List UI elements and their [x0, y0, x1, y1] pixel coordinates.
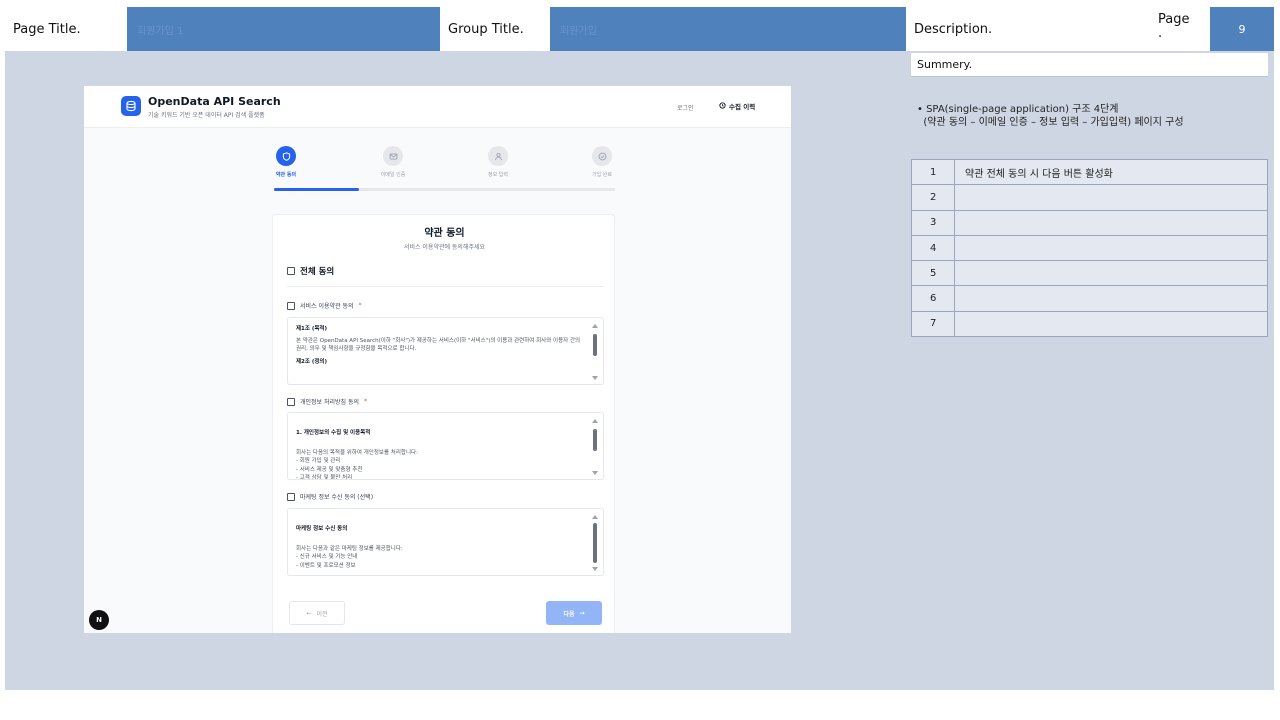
- description-row: 7: [911, 310, 1268, 338]
- description-row: 4: [911, 234, 1268, 262]
- marketing-box[interactable]: 마케팅 정보 수신 동의 회사는 다음과 같은 마케팅 정보를 제공합니다: -…: [287, 508, 604, 576]
- description-row: 6: [911, 285, 1268, 312]
- checkbox-icon[interactable]: [287, 267, 295, 275]
- mail-icon: [383, 146, 403, 166]
- privacy-body: 회사는 다음의 목적을 위하여 개인정보를 처리합니다: - 회원 가입 및 관…: [296, 449, 418, 480]
- step-label: 이메일 인증: [380, 172, 406, 178]
- row-text: [954, 209, 1268, 236]
- description-text: • SPA(single-page application) 구조 4단계 (약…: [917, 104, 1184, 128]
- summary-label: Summery.: [911, 53, 1268, 77]
- marketing-body: 회사는 다음과 같은 마케팅 정보를 제공합니다: - 신규 서비스 및 기능 …: [296, 545, 403, 569]
- divider: [287, 286, 604, 287]
- group-title-value: 회원가입: [550, 7, 906, 51]
- step-terms: 약관 동의: [256, 146, 316, 178]
- terms-body: 본 약관은 OpenData API Search(이하 "회사")가 제공하는…: [296, 337, 581, 353]
- terms-heading: 제1조 (목적): [296, 326, 328, 332]
- group-title-label: Group Title.: [440, 7, 550, 51]
- step-label: 가입 완료: [592, 172, 612, 178]
- row-text: [954, 260, 1268, 287]
- step-label: 정보 입력: [488, 172, 508, 178]
- arrow-left-icon: ←: [306, 609, 312, 617]
- app-header: OpenData API Search 기술 키워드 기반 오픈 데이터 API…: [84, 86, 791, 128]
- description-row: 3: [911, 209, 1268, 236]
- next-dev-badge[interactable]: N: [89, 610, 109, 630]
- next-button[interactable]: 다음 →: [546, 601, 602, 625]
- row-number: 5: [911, 260, 955, 287]
- checkbox-icon[interactable]: [287, 492, 295, 501]
- required-mark: *: [364, 398, 368, 405]
- description-table: 1 약관 전체 동의 시 다음 버튼 활성화 2 3 4 5 6 7: [911, 158, 1268, 338]
- page-number: 9: [1210, 7, 1274, 51]
- checkbox-icon[interactable]: [287, 301, 295, 310]
- service-terms-label: 서비스 이용약관 동의: [300, 303, 354, 310]
- step-info: 정보 입력: [468, 146, 528, 178]
- description-row: 2: [911, 184, 1268, 211]
- checkbox-icon[interactable]: [287, 397, 295, 406]
- row-number: 7: [911, 310, 955, 338]
- service-terms-checkbox[interactable]: 서비스 이용약관 동의 *: [287, 301, 362, 310]
- row-text: [954, 310, 1268, 338]
- history-icon: [719, 101, 726, 111]
- row-text: 약관 전체 동의 시 다음 버튼 활성화: [954, 158, 1268, 186]
- step-label: 약관 동의: [275, 172, 297, 178]
- page-title-value: 회원가입 1: [127, 7, 440, 51]
- privacy-heading: 1. 개인정보의 수집 및 이용목적: [296, 429, 371, 436]
- database-icon[interactable]: [121, 96, 141, 116]
- all-agree-checkbox[interactable]: 전체 동의: [287, 265, 334, 277]
- description-panel: [906, 51, 1274, 690]
- step-email: 이메일 인증: [363, 146, 423, 178]
- shield-icon: [276, 146, 296, 166]
- row-number: 4: [911, 234, 955, 262]
- row-text: [954, 285, 1268, 312]
- check-circle-icon: [592, 146, 612, 166]
- terms-card: 약관 동의 서비스 이용약관에 동의해주세요 전체 동의 서비스 이용약관 동의…: [272, 214, 615, 633]
- progress-bar: [274, 188, 615, 191]
- required-mark: *: [358, 302, 362, 309]
- scrollbar[interactable]: [592, 419, 598, 475]
- user-icon: [488, 146, 508, 166]
- page-label: Page .: [1150, 7, 1210, 51]
- description-label: Description.: [906, 7, 1150, 51]
- progress-fill: [274, 188, 360, 191]
- row-text: [954, 234, 1268, 262]
- card-subtitle: 서비스 이용약관에 동의해주세요: [403, 244, 486, 251]
- app-name[interactable]: OpenData API Search: [148, 95, 281, 108]
- login-link[interactable]: 로그인: [677, 103, 694, 112]
- app-screenshot: OpenData API Search 기술 키워드 기반 오픈 데이터 API…: [84, 86, 791, 633]
- description-row: 5: [911, 260, 1268, 287]
- history-link[interactable]: 수집 이력: [719, 101, 755, 111]
- row-number: 3: [911, 209, 955, 236]
- page-title-label: Page Title.: [5, 7, 127, 51]
- marketing-checkbox[interactable]: 마케팅 정보 수신 동의 (선택): [287, 492, 373, 501]
- privacy-label: 개인정보 처리방침 동의: [300, 399, 360, 406]
- app-subtitle: 기술 키워드 기반 오픈 데이터 API 검색 플랫폼: [148, 112, 265, 119]
- marketing-label: 마케팅 정보 수신 동의 (선택): [300, 494, 374, 501]
- next-label: 다음: [563, 610, 575, 618]
- card-title: 약관 동의: [424, 228, 465, 239]
- row-number: 6: [911, 285, 955, 312]
- terms-heading-2: 제2조 (정의): [296, 358, 328, 365]
- arrow-right-icon: →: [579, 609, 585, 617]
- row-number: 2: [911, 184, 955, 211]
- service-terms-box[interactable]: 제1조 (목적) 본 약관은 OpenData API Search(이하 "회…: [287, 317, 604, 385]
- marketing-heading: 마케팅 정보 수신 동의: [296, 525, 348, 532]
- row-number: 1: [911, 158, 955, 186]
- row-text: [954, 184, 1268, 211]
- history-label: 수집 이력: [729, 103, 756, 111]
- step-complete: 가입 완료: [572, 146, 632, 178]
- privacy-checkbox[interactable]: 개인정보 처리방침 동의 *: [287, 397, 367, 406]
- scrollbar[interactable]: [592, 515, 598, 571]
- privacy-box[interactable]: 1. 개인정보의 수집 및 이용목적 회사는 다음의 목적을 위하여 개인정보를…: [287, 412, 604, 480]
- all-agree-label: 전체 동의: [300, 267, 335, 277]
- prev-label: 이전: [316, 610, 328, 618]
- prev-button[interactable]: ← 이전: [289, 601, 345, 625]
- description-row: 1 약관 전체 동의 시 다음 버튼 활성화: [911, 158, 1268, 186]
- scrollbar[interactable]: [592, 324, 598, 380]
